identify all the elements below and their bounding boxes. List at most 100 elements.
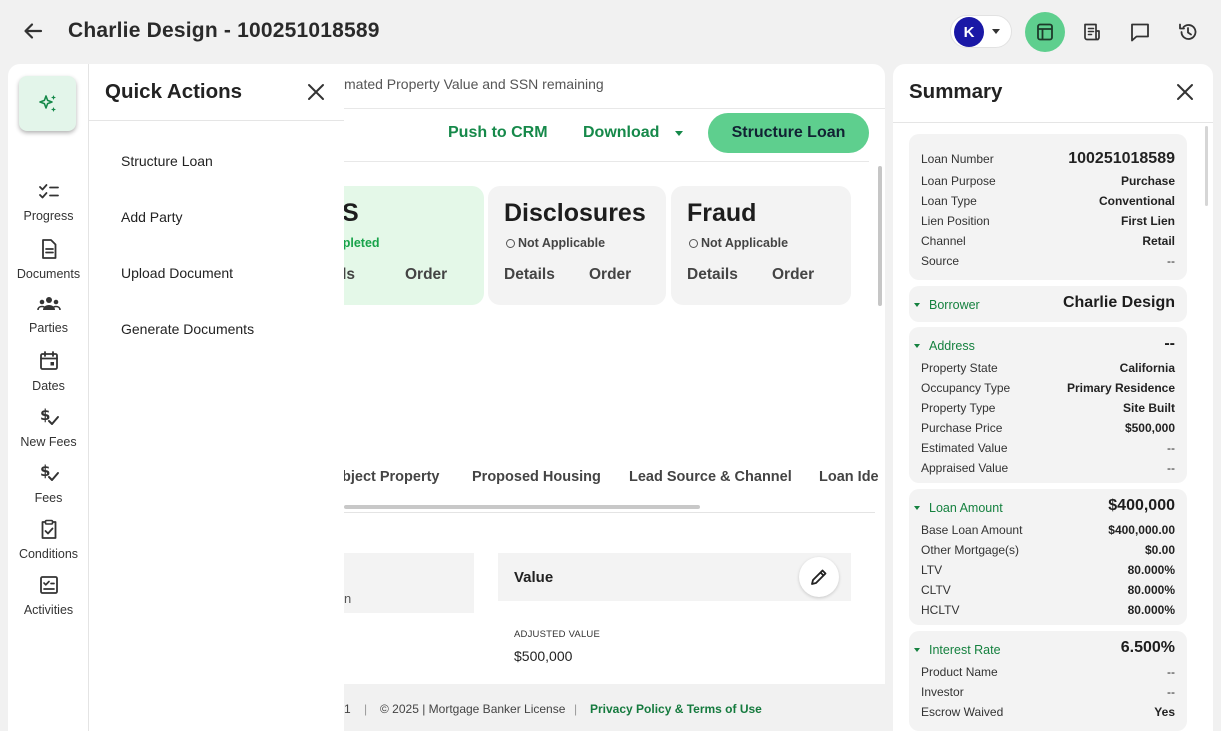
arrow-left-icon (24, 23, 43, 39)
caret-down-icon (992, 29, 1000, 34)
nav-fees[interactable]: $ Fees (8, 462, 89, 516)
row-label: CLTV (921, 583, 951, 597)
nav-dates[interactable]: Dates (8, 350, 89, 404)
summary-sheet-icon (1037, 23, 1053, 41)
order-link[interactable]: Order (589, 266, 631, 284)
close-summary-button[interactable] (1173, 80, 1197, 104)
tab-loan-identifiers[interactable]: Loan Ide (819, 469, 879, 485)
tabs-scrollbar[interactable] (344, 505, 700, 509)
nav-label: Documents (16, 267, 81, 281)
back-button[interactable] (20, 18, 46, 44)
quick-action-generate-documents[interactable]: Generate Documents (121, 321, 254, 337)
order-link[interactable]: Order (772, 266, 814, 284)
section-label: Loan Amount (929, 501, 1003, 515)
circle-icon (689, 238, 698, 248)
service-title: Disclosures (504, 199, 646, 227)
page-title: Charlie Design - 100251018589 (68, 19, 380, 42)
sparkle-icon (38, 94, 56, 112)
scrollbar[interactable] (1205, 126, 1208, 206)
row-value: 80.000% (1127, 583, 1175, 597)
download-button[interactable]: Download (583, 124, 659, 142)
receipt-button[interactable] (1072, 12, 1112, 52)
messages-button[interactable] (1120, 12, 1160, 52)
footer-separator: | (574, 702, 578, 716)
edit-value-button[interactable] (799, 557, 839, 597)
summary-row: Loan Purpose Purchase (921, 172, 1175, 190)
divider (893, 122, 1213, 123)
row-value: $500,000 (1124, 421, 1175, 435)
row-value: -- (1167, 665, 1175, 679)
tab-proposed-housing[interactable]: Proposed Housing (472, 469, 601, 485)
interest-rate-section-toggle[interactable]: Interest Rate 6.500% (913, 637, 1175, 661)
row-value: Purchase (1120, 174, 1175, 188)
nav-parties[interactable]: Parties (8, 294, 89, 348)
quick-actions-button[interactable] (19, 76, 76, 131)
address-section-toggle[interactable]: Address -- (913, 333, 1175, 357)
row-value: -- (1167, 461, 1175, 475)
history-button[interactable] (1168, 12, 1208, 52)
nav-conditions[interactable]: Conditions (8, 518, 89, 572)
nav-label: Dates (32, 379, 65, 393)
adjusted-value-label: ADJUSTED VALUE (514, 629, 601, 640)
quick-action-add-party[interactable]: Add Party (121, 209, 182, 225)
row-label: Property State (921, 361, 998, 375)
summary-row: Source -- (921, 252, 1175, 270)
status-text: ompleted (344, 236, 380, 250)
row-label: Purchase Price (921, 421, 1003, 435)
caret-down-icon[interactable] (675, 131, 683, 136)
push-to-crm-button[interactable]: Push to CRM (448, 124, 548, 142)
summary-row: Lien Position First Lien (921, 212, 1175, 230)
row-label: Lien Position (921, 214, 990, 228)
nav-documents[interactable]: Documents (8, 238, 89, 292)
summary-row: Escrow Waived Yes (921, 703, 1175, 721)
row-value: 80.000% (1127, 563, 1175, 577)
user-menu[interactable]: K (950, 15, 1012, 48)
quick-action-structure-loan[interactable]: Structure Loan (121, 153, 213, 169)
nav-new-fees[interactable]: $ New Fees (8, 406, 89, 460)
scrollbar[interactable] (878, 166, 882, 306)
close-quick-actions-button[interactable] (304, 80, 328, 104)
tab-subject-property[interactable]: bject Property (344, 469, 440, 485)
summary-row: Property Type Site Built (921, 399, 1175, 417)
structure-loan-button[interactable]: Structure Loan (708, 113, 869, 153)
tab-lead-source-channel[interactable]: Lead Source & Channel (629, 469, 792, 485)
privacy-policy-link[interactable]: Privacy Policy & Terms of Use (590, 702, 762, 716)
loan-amount-card: Loan Amount $400,000 Base Loan Amount $4… (909, 489, 1187, 625)
details-link[interactable]: tails (344, 266, 355, 284)
borrower-section-toggle[interactable]: Borrower Charlie Design (913, 292, 1175, 316)
close-icon (1177, 84, 1193, 100)
loan-summary-toggle[interactable] (1025, 12, 1065, 52)
section-tabs: bject Property Proposed Housing Lead Sou… (344, 469, 885, 499)
status-text: Not Applicable (701, 236, 789, 250)
summary-row: Occupancy Type Primary Residence (921, 379, 1175, 397)
loan-info-card: Loan Number 100251018589 Loan Purpose Pu… (909, 134, 1187, 280)
row-label: Property Type (921, 401, 996, 415)
borrower-name: Charlie Design (1062, 294, 1175, 311)
divider (344, 108, 885, 109)
section-value: -- (1164, 335, 1175, 352)
adjusted-value: $500,000 (514, 648, 573, 664)
details-link[interactable]: Details (504, 266, 555, 284)
row-label: Escrow Waived (921, 705, 1004, 719)
divider (344, 161, 869, 162)
close-icon (308, 84, 324, 100)
quick-action-upload-document[interactable]: Upload Document (121, 265, 233, 281)
loan-amount-section-toggle[interactable]: Loan Amount $400,000 (913, 495, 1175, 519)
nav-label: New Fees (20, 435, 77, 449)
service-title: US (344, 199, 359, 227)
row-label: Occupancy Type (921, 381, 1011, 395)
row-value: -- (1167, 685, 1175, 699)
detail-text: n (344, 591, 352, 606)
section-label: Interest Rate (929, 643, 1001, 657)
top-bar: Charlie Design - 100251018589 K (0, 0, 1221, 64)
nav-label: Activities (23, 603, 74, 617)
row-label: Source (921, 254, 960, 268)
row-value: First Lien (1120, 214, 1175, 228)
details-link[interactable]: Details (687, 266, 738, 284)
missing-info-notice: mated Property Value and SSN remaining (344, 76, 604, 92)
service-status: Not Applicable (689, 236, 788, 250)
order-link[interactable]: Order (405, 266, 447, 284)
nav-progress[interactable]: Progress (8, 182, 89, 236)
nav-activities[interactable]: Activities (8, 574, 89, 628)
caret-down-icon (914, 344, 920, 348)
